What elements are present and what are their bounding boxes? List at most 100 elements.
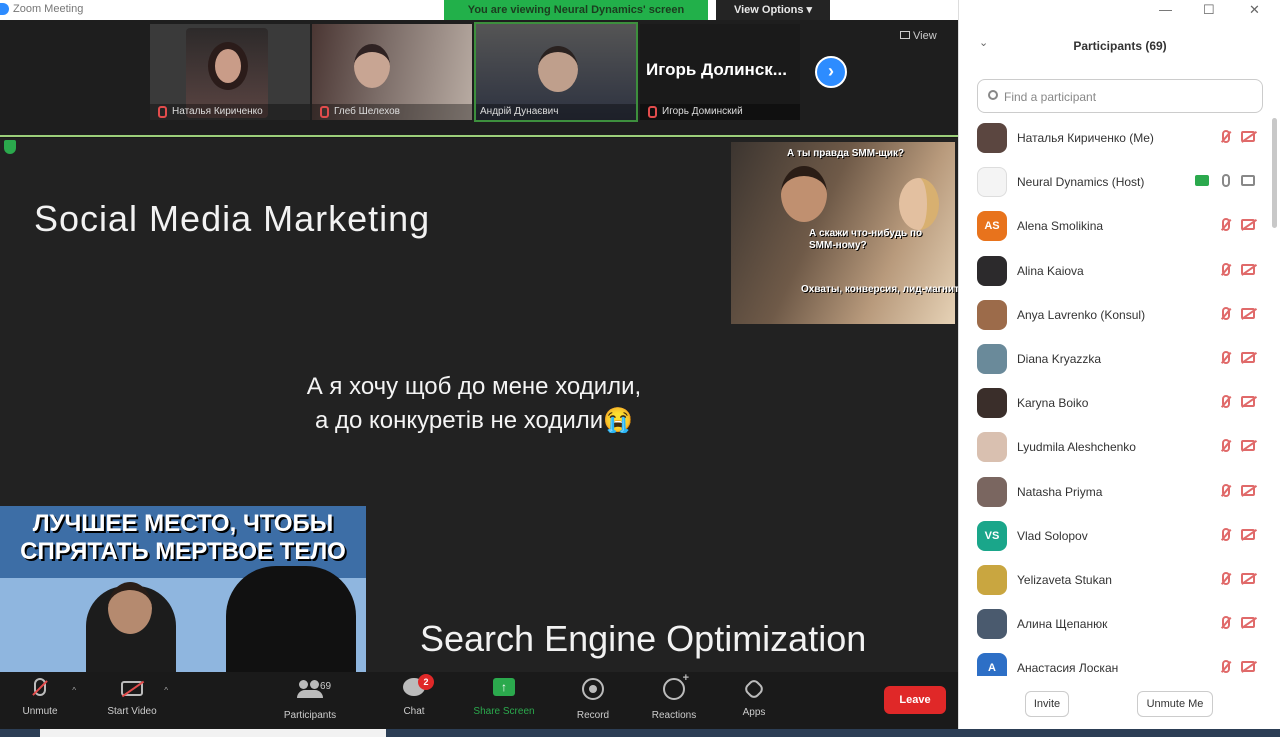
participant-name: Anya Lavrenko (Konsul) — [1017, 307, 1146, 322]
meme-man — [781, 166, 827, 222]
meme-caption: А ты правда SMM-щик? — [787, 148, 905, 159]
unmute-button[interactable]: ^ Unmute — [0, 678, 80, 717]
reactions-button[interactable]: Reactions — [634, 672, 714, 721]
window-title: Zoom Meeting — [13, 3, 84, 15]
participant-row[interactable]: Алина Щепанюк — [959, 602, 1269, 646]
meme-caption: Охваты, конверсия, лид-магнит — [801, 284, 959, 295]
participant-name: Наталья Кириченко (Me) — [1017, 131, 1154, 145]
participants-button[interactable]: 69 Participants — [270, 678, 350, 721]
view-options-button[interactable]: View Options ▾ — [716, 0, 830, 20]
share-screen-button[interactable]: ↑ Share Screen — [464, 678, 544, 717]
participant-face — [354, 44, 390, 88]
tile-big-name: Игорь Долинск... — [646, 60, 787, 79]
participant-row[interactable]: Alina Kaiova — [959, 249, 1269, 293]
participant-row[interactable]: Karyna Boiko — [959, 381, 1269, 425]
video-off-icon — [1241, 263, 1255, 275]
panel-header: ⌄ Participants (69) — [959, 30, 1280, 60]
meeting-stage: Наталья Кириченко Глеб Шелехов Андрій Ду… — [0, 20, 959, 672]
avatar: VS — [977, 520, 1007, 551]
tile-name: Игорь Доминский — [640, 104, 800, 120]
participant-row[interactable]: Anya Lavrenko (Konsul) — [959, 293, 1269, 337]
participant-row[interactable]: Diana Kryazzka — [959, 337, 1269, 381]
muted-mic-icon — [1222, 306, 1230, 320]
muted-mic-icon — [320, 106, 329, 118]
video-off-icon — [1241, 175, 1255, 187]
video-tile-active-speaker[interactable]: Андрій Дунаєвич — [474, 22, 638, 122]
taskbar-window-preview — [40, 729, 386, 737]
avatar — [977, 609, 1007, 640]
view-button[interactable]: View — [900, 30, 937, 42]
participant-row[interactable]: AS Alena Smolikina — [959, 204, 1269, 248]
microphone-icon — [1222, 174, 1230, 188]
screen-share-icon — [1195, 175, 1209, 187]
video-off-icon — [1241, 307, 1255, 319]
muted-mic-icon — [1222, 130, 1230, 143]
participant-name: Diana Kryazzka — [1017, 351, 1102, 366]
apps-icon — [742, 677, 766, 701]
strip-divider — [0, 135, 958, 137]
chat-label: Chat — [403, 706, 425, 717]
avatar — [977, 388, 1007, 419]
avatar — [977, 476, 1007, 507]
participant-row[interactable]: VS Vlad Solopov — [959, 514, 1269, 558]
maximize-icon[interactable]: ☐ — [1203, 2, 1215, 18]
center-text-line1: А я хочу щоб до мене ходили, — [306, 373, 642, 400]
panel-title: Participants (69) — [1073, 39, 1167, 53]
avatar — [977, 564, 1007, 595]
participant-row[interactable]: Neural Dynamics (Host) — [959, 160, 1269, 204]
meme-caption: ЛУЧШЕЕ МЕСТО, ЧТОБЫ СПРЯТАТЬ МЕРТВОЕ ТЕЛ… — [20, 510, 346, 565]
search-input[interactable] — [1004, 87, 1254, 107]
meme-image-bottom: ЛУЧШЕЕ МЕСТО, ЧТОБЫ СПРЯТАТЬ МЕРТВОЕ ТЕЛ… — [0, 506, 366, 672]
tile-name: Глеб Шелехов — [312, 104, 472, 120]
video-off-icon — [1241, 351, 1255, 363]
slide-title: Social Media Marketing — [34, 198, 431, 239]
minimize-icon[interactable]: — — [1159, 2, 1172, 17]
avatar — [977, 255, 1007, 286]
viewing-screen-banner: You are viewing Neural Dynamics' screen — [444, 0, 708, 20]
record-icon — [582, 678, 604, 700]
share-screen-label: Share Screen — [473, 706, 535, 717]
participants-icon — [297, 678, 323, 700]
scrollbar[interactable] — [1272, 118, 1277, 228]
chevron-up-icon[interactable]: ^ — [72, 686, 76, 695]
next-page-chevron-icon[interactable]: › — [815, 56, 847, 88]
view-grid-icon — [900, 31, 910, 39]
muted-mic-icon — [1222, 571, 1230, 585]
avatar: A — [977, 653, 1007, 676]
participant-list: Наталья Кириченко (Me) Neural Dynamics (H… — [959, 116, 1269, 676]
participant-row[interactable]: Lyudmila Aleshchenko — [959, 425, 1269, 469]
unmute-label: Unmute — [22, 706, 58, 717]
participant-row[interactable]: Natasha Priyma — [959, 470, 1269, 514]
leave-button[interactable]: Leave — [884, 686, 946, 714]
chevron-up-icon[interactable]: ^ — [164, 686, 168, 695]
muted-mic-icon — [1222, 439, 1230, 453]
muted-mic-icon — [648, 106, 657, 118]
video-tile[interactable]: Глеб Шелехов — [312, 24, 472, 120]
video-off-icon — [1241, 484, 1255, 496]
participant-row[interactable]: Yelizaveta Stukan — [959, 558, 1269, 602]
start-video-button[interactable]: ^ Start Video — [92, 678, 172, 717]
unmute-me-button[interactable]: Unmute Me — [1137, 691, 1213, 717]
record-button[interactable]: Record — [553, 678, 633, 721]
avatar — [977, 432, 1007, 463]
reactions-label: Reactions — [651, 710, 697, 721]
participant-row[interactable]: Наталья Кириченко (Me) — [959, 116, 1269, 160]
chat-button[interactable]: 2 Chat — [374, 674, 454, 717]
participant-name: Анастасия Лоскан — [1017, 661, 1119, 676]
muted-mic-icon — [1222, 660, 1230, 674]
apps-label: Apps — [742, 707, 766, 718]
avatar — [977, 343, 1007, 374]
invite-button[interactable]: Invite — [1025, 691, 1069, 717]
close-icon[interactable]: ✕ — [1249, 2, 1260, 18]
participant-row[interactable]: A Анастасия Лоскан — [959, 646, 1269, 676]
participant-search[interactable] — [977, 79, 1263, 113]
participant-name: Natasha Priyma — [1017, 484, 1103, 499]
video-strip: Наталья Кириченко Глеб Шелехов Андрій Ду… — [0, 20, 958, 137]
video-tile[interactable]: Игорь Долинск... Игорь Доминский — [640, 24, 800, 120]
apps-button[interactable]: Apps — [714, 677, 794, 718]
participant-name: Karyna Boiko — [1017, 396, 1089, 411]
participant-name: Neural Dynamics (Host) — [1017, 175, 1145, 190]
participants-panel: — ☐ ✕ ⌄ Participants (69) Наталья Кириче… — [958, 0, 1280, 729]
security-shield-icon[interactable] — [4, 140, 16, 154]
video-tile[interactable]: Наталья Кириченко — [150, 24, 310, 120]
